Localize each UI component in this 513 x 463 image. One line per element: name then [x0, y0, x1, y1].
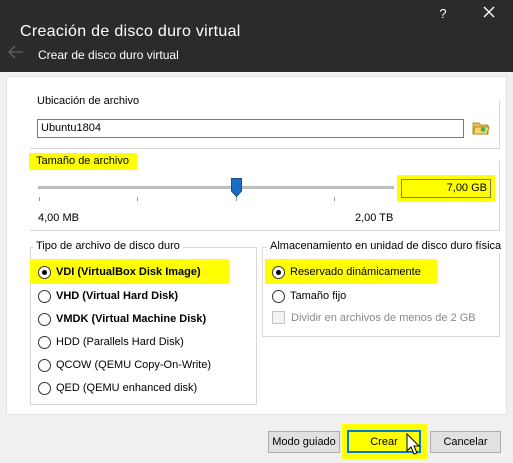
split-files-checkbox[interactable]: Dividir en archivos de menos de 2 GB — [272, 311, 476, 324]
disk-type-qcow-radio[interactable]: QCOW (QEMU Copy-On-Write) — [38, 357, 211, 373]
radio-dot[interactable] — [38, 335, 51, 349]
radio-dot[interactable] — [38, 358, 51, 372]
file-size-slider-thumb[interactable] — [231, 178, 242, 197]
radio-dot[interactable] — [38, 265, 51, 279]
folder-icon[interactable] — [472, 120, 490, 136]
disk-type-qed-radio[interactable]: QED (QEMU enhanced disk) — [38, 380, 197, 396]
radio-dot[interactable] — [38, 312, 51, 326]
file-size-label: Tamaño de archivo — [29, 153, 137, 170]
radio-label: VMDK (Virtual Machine Disk) — [56, 313, 207, 325]
radio-label: HDD (Parallels Hard Disk) — [56, 336, 184, 348]
storage-dynamic-radio[interactable]: Reservado dinámicamente — [272, 264, 421, 280]
checkbox-label: Dividir en archivos de menos de 2 GB — [291, 311, 476, 324]
mouse-cursor-icon — [406, 433, 421, 455]
storage-fixed-radio[interactable]: Tamaño fijo — [272, 288, 346, 304]
help-button[interactable]: ? — [436, 6, 450, 21]
radio-dot[interactable] — [38, 289, 51, 303]
file-location-label: Ubicación de archivo — [34, 95, 143, 107]
slider-tick — [137, 197, 138, 201]
file-size-input[interactable]: 7,00 GB — [401, 179, 491, 198]
slider-tick — [334, 197, 335, 201]
radio-label: VHD (Virtual Hard Disk) — [56, 290, 179, 302]
disk-type-hdd-radio[interactable]: HDD (Parallels Hard Disk) — [38, 334, 184, 350]
radio-label: Tamaño fijo — [290, 290, 347, 302]
radio-label: Reservado dinámicamente — [290, 266, 421, 278]
disk-type-vmdk-radio[interactable]: VMDK (Virtual Machine Disk) — [38, 311, 206, 327]
file-size-min-label: 4,00 MB — [38, 212, 79, 224]
file-location-input[interactable]: Ubuntu1804 — [37, 119, 464, 138]
slider-tick — [39, 197, 40, 201]
title-bar: Creación de disco duro virtual Crear de … — [0, 0, 513, 72]
disk-type-vhd-radio[interactable]: VHD (Virtual Hard Disk) — [38, 288, 178, 304]
cancel-button[interactable]: Cancelar — [430, 431, 501, 453]
window-title: Creación de disco duro virtual — [20, 23, 241, 40]
slider-tick — [236, 197, 237, 201]
radio-dot[interactable] — [272, 289, 285, 303]
disk-type-vdi-radio[interactable]: VDI (VirtualBox Disk Image) — [38, 264, 201, 280]
close-icon[interactable] — [482, 4, 496, 20]
guided-mode-button[interactable]: Modo guiado — [268, 431, 340, 453]
radio-label: QCOW (QEMU Copy-On-Write) — [56, 359, 212, 371]
file-size-max-label: 2,00 TB — [355, 212, 394, 224]
radio-label: VDI (VirtualBox Disk Image) — [56, 266, 201, 278]
disk-type-label: Tipo de archivo de disco duro — [33, 240, 183, 252]
checkbox-box[interactable] — [272, 311, 285, 324]
file-size-slider-track[interactable] — [38, 186, 394, 189]
back-arrow-icon[interactable] — [8, 45, 24, 59]
radio-label: QED (QEMU enhanced disk) — [56, 382, 198, 394]
storage-label: Almacenamiento en unidad de disco duro f… — [267, 240, 505, 252]
radio-dot[interactable] — [272, 265, 285, 279]
radio-dot[interactable] — [38, 381, 51, 395]
window-subtitle: Crear de disco duro virtual — [38, 48, 179, 62]
